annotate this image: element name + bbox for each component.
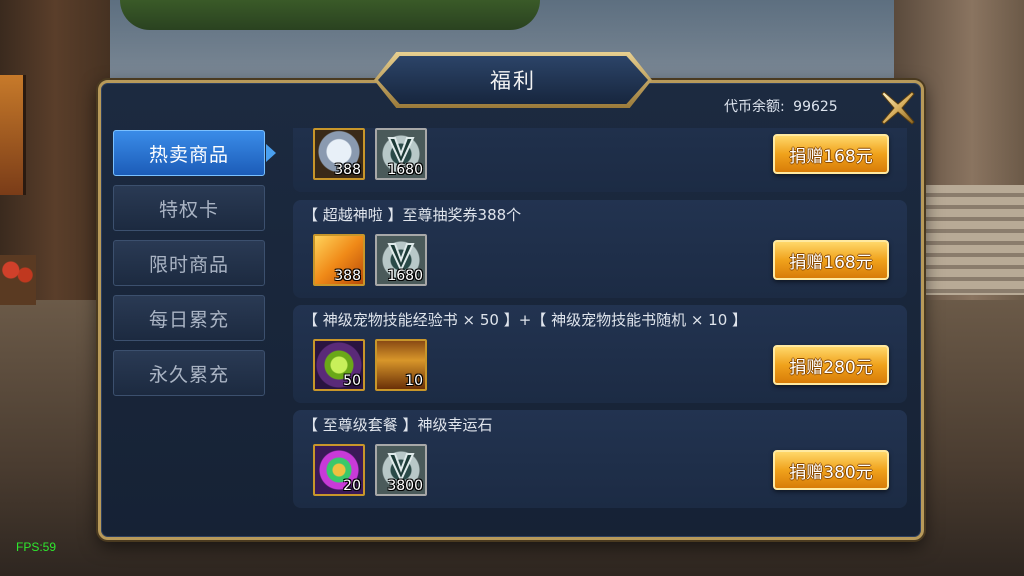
reward-quantity: 388 [334,268,361,284]
product-card: 388 1680 捐赠168元 [293,128,907,192]
donate-button[interactable]: 捐赠380元 [773,450,889,490]
sidebar-item-hot-sale[interactable]: 热卖商品 [113,130,265,176]
token-balance-value: 99625 [793,99,838,115]
donate-button[interactable]: 捐赠168元 [773,134,889,174]
v-emblem-icon[interactable]: 3800 [375,444,427,496]
sidebar-item-permanent-recharge[interactable]: 永久累充 [113,350,265,396]
v-emblem-icon[interactable]: 1680 [375,234,427,286]
product-title: 【 至尊级套餐 】神级幸运石 [303,416,493,434]
product-title: 【 神级宠物技能经验书 × 50 】+【 神级宠物技能书随机 × 10 】 [303,311,748,329]
sidebar-item-label: 热卖商品 [148,143,229,166]
product-card: 【 至尊级套餐 】神级幸运石 20 3800 捐赠380元 [293,410,907,508]
reward-quantity: 20 [343,478,361,494]
close-icon [881,91,915,125]
product-card: 【 超越神啦 】至尊抽奖券388个 388 1680 捐赠168元 [293,200,907,298]
lucky-stone-icon[interactable]: 20 [313,444,365,496]
treasure-chest-icon[interactable]: 10 [375,339,427,391]
sidebar-item-label: 每日累充 [148,308,229,331]
fps-counter: FPS:59 [16,540,57,554]
chest-gift-icon[interactable]: 388 [313,128,365,180]
reward-quantity: 3800 [387,478,423,494]
sidebar-item-label: 限时商品 [148,253,229,276]
sidebar-item-privilege-card[interactable]: 特权卡 [113,185,265,231]
lottery-ticket-icon[interactable]: 388 [313,234,365,286]
close-button[interactable] [876,86,920,130]
reward-quantity: 10 [405,373,423,389]
product-card: 【 神级宠物技能经验书 × 50 】+【 神级宠物技能书随机 × 10 】 50… [293,305,907,403]
v-emblem-icon[interactable]: 1680 [375,128,427,180]
product-title: 【 超越神啦 】至尊抽奖券388个 [303,206,522,224]
background-hedge [120,0,540,30]
active-tab-arrow-icon [266,144,276,162]
panel-title: 福利 [490,69,536,93]
donate-button[interactable]: 捐赠280元 [773,345,889,385]
sidebar-item-label: 永久累充 [148,363,229,386]
sidebar-item-limited-time[interactable]: 限时商品 [113,240,265,286]
donate-button[interactable]: 捐赠168元 [773,240,889,280]
token-balance-label: 代币余额: [724,99,785,115]
background-stained-window [0,75,26,195]
sidebar-item-label: 特权卡 [158,198,219,221]
reward-quantity: 1680 [387,268,423,284]
background-fruit-stand [0,255,36,305]
reward-quantity: 1680 [387,162,423,178]
sidebar-item-daily-recharge[interactable]: 每日累充 [113,295,265,341]
token-balance: 代币余额: 99625 [724,96,838,116]
green-gem-book-icon[interactable]: 50 [313,339,365,391]
background-stairs [924,185,1024,295]
reward-quantity: 50 [343,373,361,389]
product-list[interactable]: 388 1680 捐赠168元 【 超越神啦 】至尊抽奖券388个 388 16… [293,128,909,510]
reward-quantity: 388 [334,162,361,178]
